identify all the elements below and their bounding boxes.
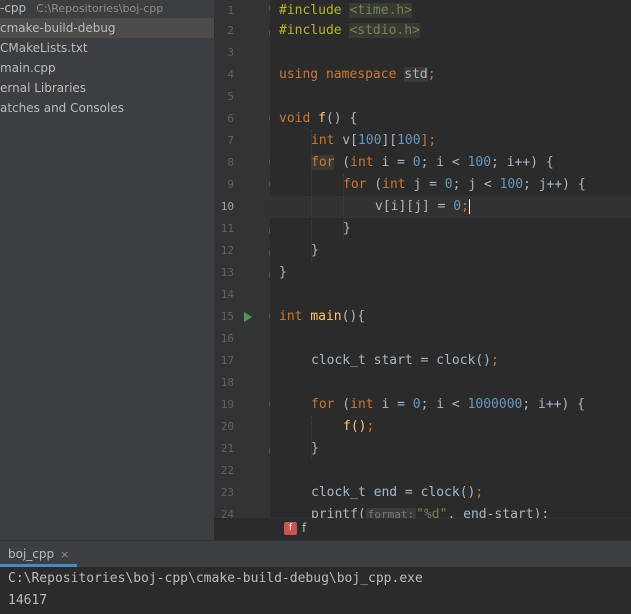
line-number: 1 [227, 4, 234, 17]
parameter-hint: format: [365, 508, 417, 518]
code-line-17: clock_t start = clock(); [311, 353, 499, 368]
line-number-current: 10 [220, 200, 234, 213]
project-panel: -cpp C:\Repositories\boj-cpp cmake-build-… [0, 0, 214, 540]
line-number: 17 [220, 354, 234, 367]
code-line-13: } [279, 265, 287, 280]
line-number: 24 [220, 508, 234, 518]
line-number: 5 [227, 90, 234, 103]
tree-item-label: CMakeLists.txt [0, 41, 88, 55]
line-number: 11 [220, 222, 234, 235]
code-line-20: f(); [343, 419, 375, 434]
line-number: 7 [227, 134, 234, 147]
console-output-line: C:\Repositories\boj-cpp\cmake-build-debu… [8, 571, 423, 586]
run-tab-bar: boj_cpp × [0, 541, 631, 567]
code-line-12: } [311, 243, 319, 258]
project-root-name: -cpp [0, 1, 27, 15]
line-number: 9 [227, 178, 234, 191]
project-root-path: C:\Repositories\boj-cpp [36, 2, 164, 15]
run-tab-label: boj_cpp [8, 547, 55, 561]
editor-gutter[interactable]: 1 2 3 4 5 6 7 8 9 10 11 12 13 14 15 16 1… [214, 0, 270, 518]
tree-item-label: main.cpp [0, 61, 56, 75]
code-line-21: } [311, 441, 319, 456]
tree-item-external-libraries[interactable]: ernal Libraries [0, 78, 86, 98]
close-icon[interactable]: × [60, 548, 69, 561]
run-main-icon[interactable] [244, 312, 252, 322]
line-number: 14 [220, 288, 234, 301]
function-icon: f [284, 522, 297, 535]
line-number: 2 [227, 24, 234, 37]
line-number: 16 [220, 332, 234, 345]
line-number: 18 [220, 376, 234, 389]
line-number: 12 [220, 244, 234, 257]
line-number: 23 [220, 486, 234, 499]
breadcrumb-function-label[interactable]: f [302, 521, 306, 535]
tree-item-scratches-consoles[interactable]: atches and Consoles [0, 98, 124, 118]
tree-item-label: ernal Libraries [0, 81, 87, 95]
code-line-10: v[i][j] = 0; [375, 199, 470, 214]
code-line-6: void f() { [279, 111, 358, 126]
code-line-7: int v[100][100]; [311, 133, 437, 148]
line-number: 13 [220, 266, 234, 279]
line-number: 19 [220, 398, 234, 411]
line-number: 22 [220, 464, 234, 477]
tree-item-label: cmake-build-debug [0, 21, 116, 35]
run-tab-boj-cpp[interactable]: boj_cpp × [0, 541, 78, 567]
code-editor[interactable]: #include <time.h> #include <stdio.h> usi… [270, 0, 631, 518]
line-number: 4 [227, 68, 234, 81]
code-line-1: #include <time.h> [279, 3, 413, 18]
line-number: 15 [220, 310, 234, 323]
code-line-15: int main(){ [279, 309, 366, 324]
code-line-4: using namespace std; [279, 67, 436, 82]
line-number: 8 [227, 156, 234, 169]
tree-item-cmake-build-debug[interactable]: cmake-build-debug [0, 18, 214, 38]
project-root[interactable]: -cpp C:\Repositories\boj-cpp [0, 0, 163, 18]
line-number: 3 [227, 46, 234, 59]
line-number: 20 [220, 420, 234, 433]
tree-item-cmakelists[interactable]: CMakeLists.txt [0, 38, 88, 58]
tree-item-label: atches and Consoles [0, 101, 124, 115]
code-line-11: } [343, 221, 351, 236]
code-line-8: for (int i = 0; i < 100; i++) { [311, 155, 554, 170]
code-line-9: for (int j = 0; j < 100; j++) { [343, 177, 586, 192]
breadcrumb[interactable]: f f [270, 518, 631, 541]
tree-item-main-cpp[interactable]: main.cpp [0, 58, 56, 78]
text-caret [468, 199, 470, 214]
line-number: 6 [227, 112, 234, 125]
run-tool-window: boj_cpp × C:\Repositories\boj-cpp\cmake-b… [0, 540, 631, 614]
code-line-23: clock_t end = clock(); [311, 485, 484, 500]
code-line-24: printf(format: "%d", end-start); [311, 504, 549, 518]
code-line-19: for (int i = 0; i < 1000000; i++) { [311, 397, 585, 412]
console-output-line: 14617 [8, 593, 48, 608]
line-number: 21 [220, 442, 234, 455]
code-line-2: #include <stdio.h> [279, 23, 420, 38]
